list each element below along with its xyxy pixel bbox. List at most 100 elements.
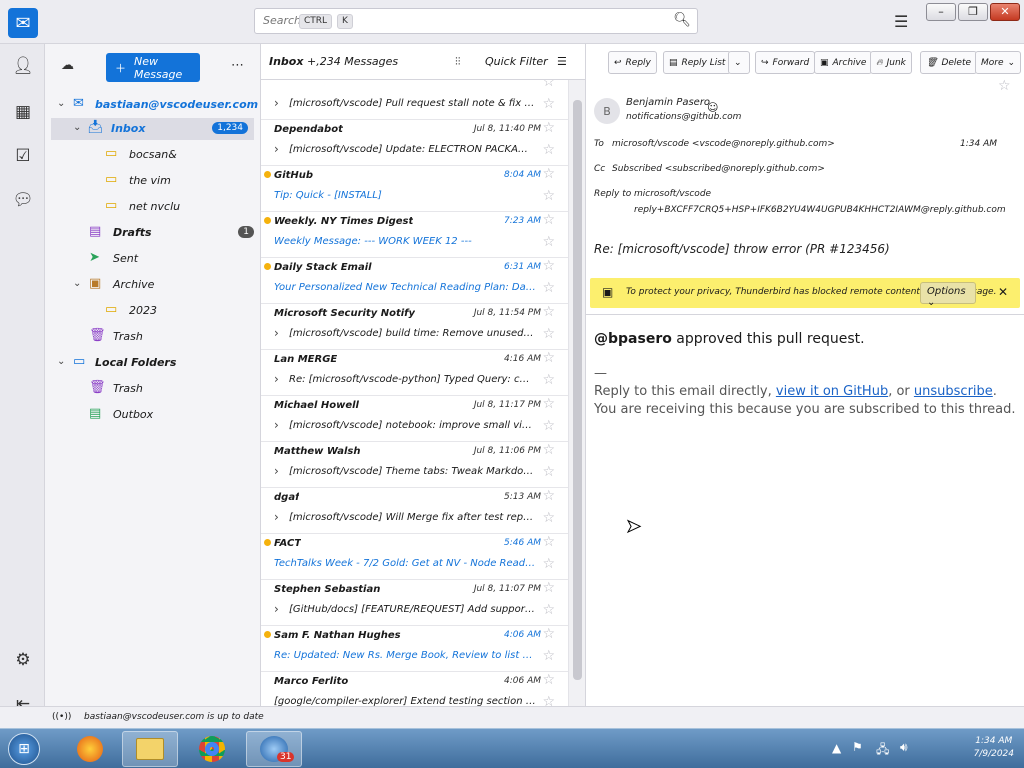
thread-expand-icon[interactable]: › bbox=[274, 464, 279, 478]
thread-expand-icon[interactable]: › bbox=[274, 96, 279, 110]
message-row[interactable]: Stephen Sebastian Jul 8, 11:07 PM ☆ › [GitHu… bbox=[261, 580, 569, 626]
chat-icon[interactable]: 💬︎ bbox=[12, 190, 34, 210]
scrollbar-thumb[interactable] bbox=[573, 100, 582, 680]
reply-list-dropdown[interactable]: ⌄ bbox=[728, 51, 750, 74]
star-icon[interactable]: ☆ bbox=[542, 80, 555, 90]
folder-sub1[interactable]: ▭ bocsan& bbox=[45, 144, 260, 166]
star-icon[interactable]: ☆ bbox=[542, 212, 555, 228]
app-menu-icon[interactable]: ☰ bbox=[894, 12, 908, 31]
message-row[interactable]: Marco Ferlito 4:06 AM ☆ [google/compiler-ex… bbox=[261, 672, 569, 706]
start-button[interactable]: ⊞ bbox=[0, 731, 48, 767]
search-icon[interactable]: 🔍︎ bbox=[673, 12, 691, 28]
collapse-icon[interactable]: ⌄ bbox=[73, 278, 81, 289]
thread-expand-icon[interactable]: › bbox=[274, 372, 279, 386]
folder-account[interactable]: ⌄ ✉ bastiaan@vscodeuser.com bbox=[45, 94, 260, 116]
message-row[interactable]: Michael Howell Jul 8, 11:17 PM ☆ › [microsof… bbox=[261, 396, 569, 442]
folder-sub3[interactable]: ▭ net nvclu bbox=[45, 196, 260, 218]
star-icon[interactable]: ☆ bbox=[542, 556, 555, 572]
star-icon[interactable]: ☆ bbox=[542, 372, 555, 388]
message-row[interactable]: ☆ › [microsoft/vscode] Pull request stall … bbox=[261, 80, 569, 120]
message-row[interactable]: FACT 5:46 AM ☆ TechTalks Week - 7/2 Gold: G… bbox=[261, 534, 569, 580]
thread-expand-icon[interactable]: › bbox=[274, 510, 279, 524]
close-icon[interactable]: ✕ bbox=[998, 285, 1008, 299]
list-display-options-icon[interactable]: ☰ bbox=[557, 55, 567, 68]
volume-icon[interactable]: 🔊︎ bbox=[900, 740, 908, 755]
folder-trash[interactable]: 🗑︎ Trash bbox=[45, 326, 260, 348]
star-icon[interactable]: ☆ bbox=[542, 234, 555, 250]
get-messages-icon[interactable]: ☁ bbox=[61, 58, 74, 73]
thread-expand-icon[interactable]: › bbox=[274, 326, 279, 340]
thread-expand-icon[interactable]: › bbox=[274, 418, 279, 432]
message-row[interactable]: GitHub 8:04 AM ☆ Tip: Quick - [INSTALL] ☆ bbox=[261, 166, 569, 212]
message-row[interactable]: Sam F. Nathan Hughes 4:06 AM ☆ Re: Updated:… bbox=[261, 626, 569, 672]
star-icon[interactable]: ☆ bbox=[542, 120, 555, 136]
message-row[interactable]: Dependabot Jul 8, 11:40 PM ☆ › [microsoft/vs… bbox=[261, 120, 569, 166]
unsubscribe-link[interactable]: unsubscribe bbox=[914, 384, 993, 399]
mail-app-icon[interactable]: ✉ bbox=[8, 8, 38, 38]
sender-name[interactable]: Benjamin Pasero bbox=[626, 97, 710, 108]
quick-filter-icon[interactable]: ⫶⫶ bbox=[455, 55, 461, 69]
message-row[interactable]: Weekly. NY Times Digest 7:23 AM ☆ Weekly Me… bbox=[261, 212, 569, 258]
message-list-scrollbar[interactable] bbox=[568, 80, 585, 706]
close-button[interactable]: ✕ bbox=[990, 3, 1020, 21]
star-icon[interactable]: ☆ bbox=[542, 442, 555, 458]
action-center-flag-icon[interactable]: ⚑ bbox=[852, 740, 863, 754]
folder-archive[interactable]: ⌄ ▣ Archive bbox=[45, 274, 260, 296]
to-value[interactable]: microsoft/vscode <vscode@noreply.github.… bbox=[612, 139, 835, 149]
reply-button[interactable]: ↩ Reply bbox=[608, 51, 657, 74]
address-book-icon[interactable]: 👤︎ bbox=[12, 56, 34, 76]
delete-button[interactable]: 🗑︎ Delete bbox=[920, 51, 978, 74]
network-icon[interactable]: 🖧︎ bbox=[876, 740, 889, 761]
star-icon[interactable]: ☆ bbox=[542, 166, 555, 182]
folder-outbox[interactable]: ▤ Outbox bbox=[45, 404, 260, 426]
firefox-taskbar-button[interactable] bbox=[62, 731, 118, 767]
maximize-button[interactable]: ❐ bbox=[958, 3, 988, 21]
archive-button[interactable]: ▣ Archive bbox=[814, 51, 873, 74]
folder-sub2[interactable]: ▭ the vim bbox=[45, 170, 260, 192]
new-message-button[interactable]: ＋ New Message bbox=[106, 53, 200, 82]
view-on-github-link[interactable]: view it on GitHub bbox=[776, 384, 888, 399]
online-status-icon[interactable]: ((•)) bbox=[52, 712, 71, 722]
message-row[interactable]: Matthew Walsh Jul 8, 11:06 PM ☆ › [microsoft… bbox=[261, 442, 569, 488]
thread-expand-icon[interactable]: › bbox=[274, 602, 279, 616]
calendar-icon[interactable]: ▦ bbox=[12, 102, 34, 122]
folder-drafts[interactable]: ▤ Drafts 1 bbox=[45, 222, 260, 244]
star-icon[interactable]: ☆ bbox=[542, 488, 555, 504]
star-icon[interactable]: ☆ bbox=[542, 280, 555, 296]
message-row[interactable]: dgaf 5:13 AM ☆ › [microsoft/vscode] Will Mer… bbox=[261, 488, 569, 534]
star-icon[interactable]: ☆ bbox=[542, 304, 555, 320]
star-icon[interactable]: ☆ bbox=[542, 96, 555, 112]
star-icon[interactable]: ☆ bbox=[542, 142, 555, 158]
star-icon[interactable]: ☆ bbox=[542, 350, 555, 366]
cc-value[interactable]: Subscribed <subscribed@noreply.github.co… bbox=[612, 164, 825, 174]
message-row[interactable]: Daily Stack Email 6:31 AM ☆ Your Personaliz… bbox=[261, 258, 569, 304]
collapse-icon[interactable]: ⌄ bbox=[57, 356, 65, 367]
tasks-icon[interactable]: ☑ bbox=[12, 146, 34, 166]
star-icon[interactable]: ☆ bbox=[998, 78, 1011, 94]
star-icon[interactable]: ☆ bbox=[542, 464, 555, 480]
star-icon[interactable]: ☆ bbox=[542, 188, 555, 204]
folder-archive-year[interactable]: ▭ 2023 bbox=[45, 300, 260, 322]
sender-email[interactable]: notifications@github.com bbox=[626, 112, 741, 122]
star-icon[interactable]: ☆ bbox=[542, 694, 555, 706]
folder-sent[interactable]: ➤ Sent bbox=[45, 248, 260, 270]
more-options-icon[interactable]: ⋯ bbox=[231, 58, 244, 73]
collapse-icon[interactable]: ⌄ bbox=[73, 122, 81, 133]
star-icon[interactable]: ☆ bbox=[542, 258, 555, 274]
forward-button[interactable]: ↪ Forward bbox=[755, 51, 816, 74]
star-icon[interactable]: ☆ bbox=[542, 510, 555, 526]
star-icon[interactable]: ☆ bbox=[542, 602, 555, 618]
star-icon[interactable]: ☆ bbox=[542, 326, 555, 342]
quick-filter-button[interactable]: Quick Filter bbox=[485, 55, 548, 68]
message-row[interactable]: Microsoft Security Notify Jul 8, 11:54 PM… bbox=[261, 304, 569, 350]
folder-inbox[interactable]: ⌄ 📥︎ Inbox 1,234 bbox=[51, 118, 254, 140]
thread-expand-icon[interactable]: › bbox=[274, 142, 279, 156]
approver-mention[interactable]: @bpasero bbox=[594, 331, 672, 347]
reply-list-button[interactable]: ▤ Reply List bbox=[663, 51, 732, 74]
star-icon[interactable]: ☆ bbox=[542, 672, 555, 688]
chrome-taskbar-button[interactable] bbox=[184, 731, 240, 767]
folder-local[interactable]: ⌄ ▭ Local Folders bbox=[45, 352, 260, 374]
star-icon[interactable]: ☆ bbox=[542, 626, 555, 642]
search-input[interactable]: Search… CTRL K 🔍︎ bbox=[254, 8, 698, 34]
junk-button[interactable]: 🔥︎ Junk bbox=[870, 51, 912, 74]
